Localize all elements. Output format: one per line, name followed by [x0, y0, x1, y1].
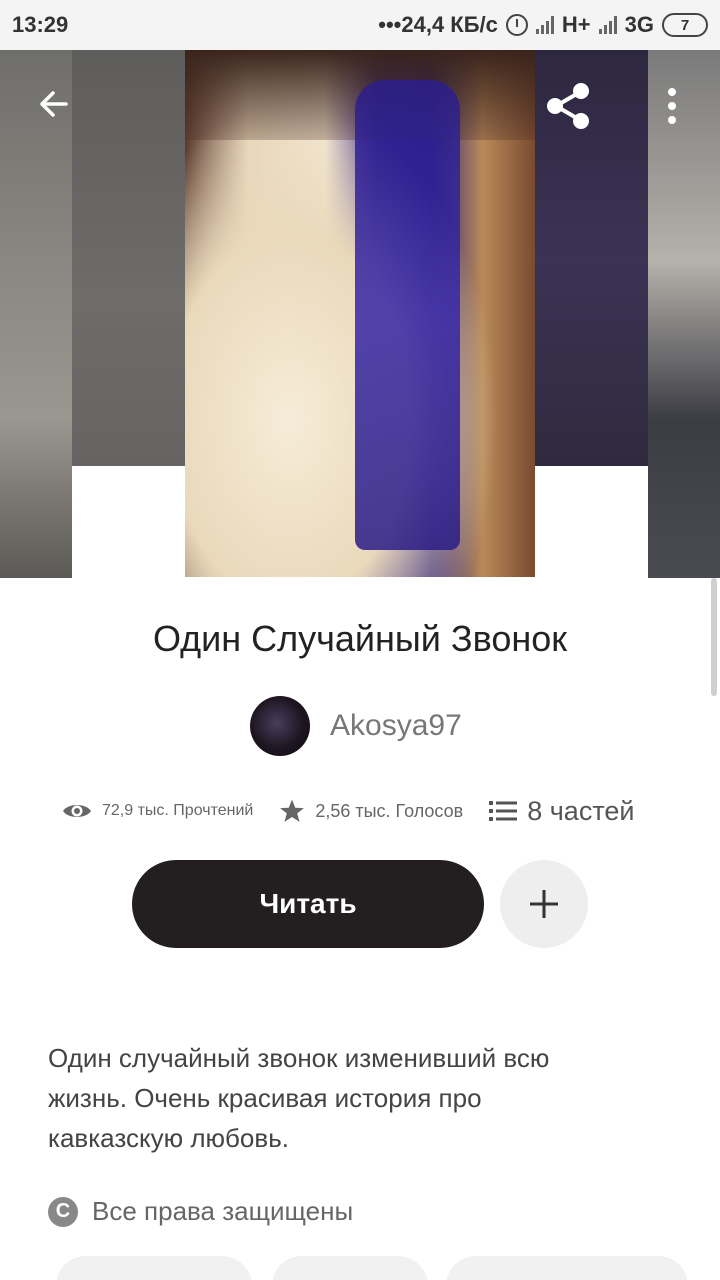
eye-icon — [62, 801, 92, 821]
status-time: 13:29 — [12, 12, 69, 37]
signal-icon — [535, 16, 554, 34]
tag-chip[interactable] — [446, 1256, 688, 1280]
copyright-text: Все права защищены — [92, 1196, 354, 1226]
reads-stat: 72,9 тыс. Прочтений — [62, 801, 253, 821]
copyright-row: C Все права защищены — [48, 1196, 353, 1227]
battery-level: 7 — [680, 16, 690, 34]
alarm-icon — [505, 14, 528, 36]
read-button[interactable]: Читать — [132, 860, 484, 948]
share-button[interactable] — [536, 74, 600, 138]
cover-carousel[interactable] — [0, 50, 720, 578]
share-icon — [547, 83, 589, 129]
arrow-left-icon — [40, 91, 68, 117]
signal-icon-2 — [598, 16, 617, 34]
add-to-library-button[interactable] — [500, 860, 588, 948]
author-avatar[interactable] — [250, 696, 310, 756]
back-button[interactable] — [22, 72, 86, 136]
story-cover-image[interactable] — [185, 50, 535, 577]
story-description: Один случайный звонок изменивший всю жиз… — [48, 1043, 550, 1153]
story-stats: 72,9 тыс. Прочтений 2,56 тыс. Голосов 8 … — [62, 790, 682, 832]
votes-count: 2,56 тыс. Голосов — [315, 800, 464, 821]
list-icon — [489, 799, 518, 823]
author-name[interactable]: Akosya97 — [330, 709, 462, 743]
network-type-1: H+ — [561, 12, 591, 37]
plus-icon — [530, 890, 558, 918]
prev-cover[interactable] — [72, 50, 185, 466]
story-title: Один Случайный Звонок — [152, 618, 568, 659]
more-vertical-icon — [668, 88, 676, 124]
copyright-icon: C — [48, 1196, 78, 1227]
more-options-button[interactable] — [640, 74, 704, 138]
status-bar: 13:29 •••24,4 КБ/с H+ 3G 7 — [0, 0, 720, 50]
reads-count: 72,9 тыс. Прочтений — [102, 802, 254, 819]
star-icon — [279, 798, 305, 824]
network-type-2: 3G — [624, 12, 654, 37]
votes-stat: 2,56 тыс. Голосов — [279, 798, 463, 824]
tag-chip[interactable] — [272, 1256, 428, 1280]
story-details-screen: 13:29 •••24,4 КБ/с H+ 3G 7 Один Случайны… — [0, 0, 720, 1280]
status-icons: •••24,4 КБ/с H+ 3G 7 — [378, 12, 708, 38]
author-link[interactable]: Akosya97 — [250, 696, 462, 756]
parts-stat[interactable]: 8 частей — [489, 796, 634, 827]
network-speed: •••24,4 КБ/с — [378, 12, 498, 37]
parts-count[interactable]: 8 частей — [527, 796, 634, 827]
tag-chip[interactable] — [56, 1256, 252, 1280]
battery-icon: 7 — [662, 13, 708, 37]
